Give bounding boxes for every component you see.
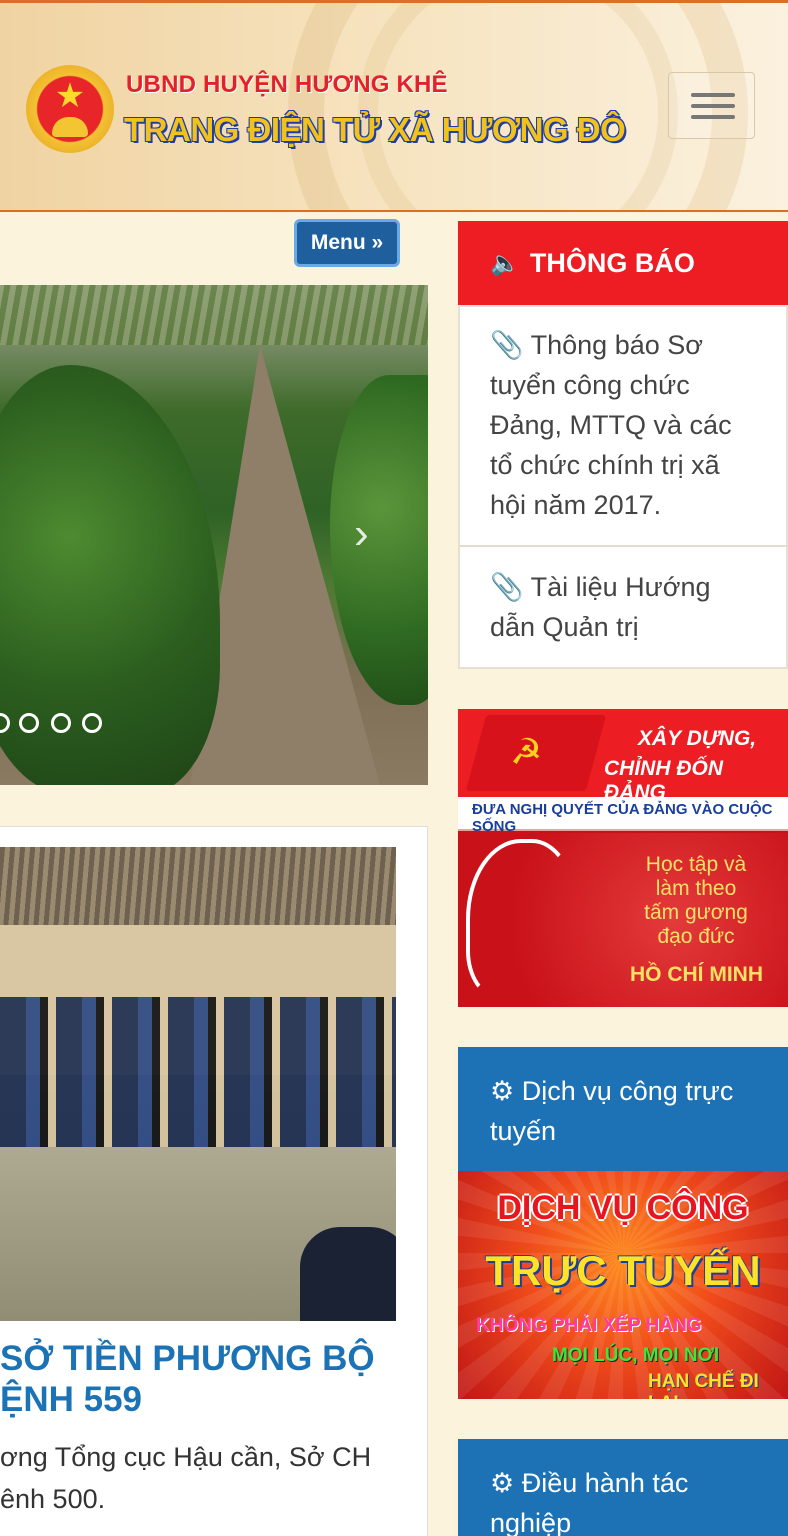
announcements-title: THÔNG BÁO: [529, 247, 695, 278]
operations-title[interactable]: Điều hành tác nghiệp: [490, 1468, 688, 1536]
speaker-icon: 🔈: [490, 249, 520, 277]
party-banner-line1: XÂY DỰNG,: [638, 727, 757, 750]
hamburger-bar: [691, 104, 735, 108]
hamburger-icon[interactable]: [668, 72, 755, 139]
slide-hillside: [0, 285, 428, 345]
announcements-header: 🔈 THÔNG BÁO: [458, 221, 788, 305]
news-image-person: [300, 1227, 396, 1321]
service-banner-line2: TRỰC TUYẾN: [485, 1247, 761, 1294]
slider-dot[interactable]: [82, 713, 102, 733]
party-banner-strip-text: ĐƯA NGHỊ QUYẾT CỦA ĐẢNG VÀO CUỘC SỐNG: [472, 801, 773, 835]
news-image-roof: [0, 847, 396, 927]
study-line: Học tập và: [645, 853, 747, 876]
paperclip-icon: 📎: [490, 330, 524, 360]
emblem-star: ★: [54, 77, 86, 115]
service-banner-line1: DỊCH VỤ CÔNG: [497, 1189, 749, 1227]
national-emblem-icon[interactable]: ★: [26, 65, 114, 153]
service-banner-line4: MỌI LÚC, MỌI NƠI: [552, 1345, 720, 1366]
hammer-sickle-icon: ☭: [510, 731, 543, 772]
paperclip-icon: 📎: [490, 572, 524, 602]
announcement-link[interactable]: Thông báo Sơ tuyển công chức Đảng, MTTQ …: [490, 330, 732, 520]
hamburger-bar: [691, 93, 735, 97]
online-service-header[interactable]: ⚙ Dịch vụ công trực tuyến: [458, 1047, 788, 1171]
study-line: làm theo: [655, 877, 737, 900]
operations-header[interactable]: ⚙ Điều hành tác nghiệp: [458, 1439, 788, 1536]
menu-button[interactable]: Menu »: [294, 219, 400, 267]
party-banner[interactable]: ☭ XÂY DỰNG, CHỈNH ĐỐN ĐẢNG ĐƯA NGHỊ QUYẾ…: [458, 709, 788, 1007]
announcement-item[interactable]: 📎 Tài liệu Hướng dẫn Quản trị: [490, 567, 760, 647]
site-title[interactable]: TRANG ĐIỆN TỬ XÃ HƯƠNG ĐÔ: [124, 111, 626, 149]
online-service-banner[interactable]: DỊCH VỤ CÔNG TRỰC TUYẾN KHÔNG PHẢI XẾP H…: [458, 1171, 788, 1399]
news-title[interactable]: SỞ TIỀN PHƯƠNG BỘ ỆNH 559: [0, 1338, 420, 1420]
header-pattern-inner: [358, 3, 678, 210]
emblem-gear: [52, 117, 88, 137]
hamburger-bar: [691, 115, 735, 119]
slider-dot[interactable]: [51, 713, 71, 733]
news-excerpt: ơng Tổng cục Hậu cần, Sở CH ênh 500.: [0, 1442, 372, 1514]
news-image[interactable]: [0, 847, 396, 1321]
study-line: đạo đức: [657, 925, 735, 948]
study-name: HỒ CHÍ MINH: [630, 963, 763, 986]
online-service-title[interactable]: Dịch vụ công trực tuyến: [490, 1076, 733, 1146]
site-subtitle[interactable]: UBND HUYỆN HƯƠNG KHÊ: [126, 71, 448, 99]
announcement-divider: [460, 545, 788, 547]
gear-icon: ⚙: [490, 1468, 515, 1498]
service-banner-line3: KHÔNG PHẢI XẾP HÀNG: [476, 1315, 702, 1336]
slider-dot[interactable]: [19, 713, 39, 733]
announcement-item[interactable]: 📎 Thông báo Sơ tuyển công chức Đảng, MTT…: [490, 325, 760, 525]
gear-icon: ⚙: [490, 1076, 515, 1106]
chevron-right-icon[interactable]: ›: [354, 512, 369, 556]
study-line: tấm gương: [644, 901, 748, 924]
site-header: ★ UBND HUYỆN HƯƠNG KHÊ TRANG ĐIỆN TỬ XÃ …: [0, 0, 788, 212]
announcement-link[interactable]: Tài liệu Hướng dẫn Quản trị: [490, 572, 711, 642]
service-banner-line5: HẠN CHẾ ĐI LẠI: [648, 1371, 759, 1399]
portrait-outline: [466, 839, 576, 999]
